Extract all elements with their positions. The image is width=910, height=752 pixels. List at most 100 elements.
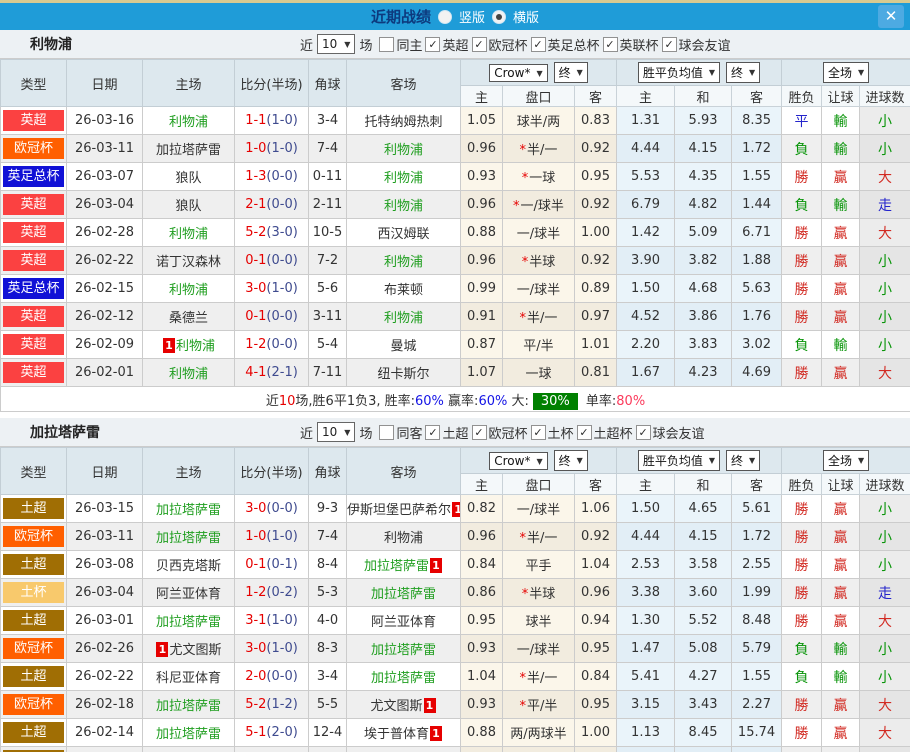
league-checkbox[interactable]: ✓ bbox=[425, 37, 440, 52]
same-venue-checkbox[interactable] bbox=[379, 425, 394, 440]
radio-horizontal-layout[interactable] bbox=[492, 10, 506, 24]
col-score: 比分(半场) bbox=[235, 448, 309, 495]
chevron-down-icon: ▼ bbox=[577, 456, 583, 465]
result-handicap: 贏 bbox=[822, 719, 860, 747]
league-checkbox-label: 英联杯 bbox=[620, 35, 659, 54]
odds-home: 0.84 bbox=[461, 551, 503, 579]
away-team: 利物浦 bbox=[347, 523, 461, 551]
col-date: 日期 bbox=[67, 448, 143, 495]
bookmaker-select[interactable]: Crow*▼ bbox=[489, 64, 547, 82]
col-avg-home: 主 bbox=[617, 86, 675, 107]
final-avg-select[interactable]: 终▼ bbox=[726, 450, 760, 471]
result-goals: 走 bbox=[860, 747, 910, 752]
odds-group-header: Crow*▼ 终▼ bbox=[461, 60, 617, 86]
corners: 7-2 bbox=[309, 247, 347, 275]
bookmaker-select[interactable]: Crow*▼ bbox=[489, 452, 547, 470]
chevron-down-icon: ▼ bbox=[709, 456, 715, 465]
avg-select[interactable]: 胜平负均值▼ bbox=[638, 62, 720, 83]
final-odds-select[interactable]: 终▼ bbox=[554, 62, 588, 83]
result-outcome: 勝 bbox=[782, 359, 822, 387]
league-checkbox[interactable]: ✓ bbox=[531, 37, 546, 52]
league-checkbox[interactable]: ✓ bbox=[577, 425, 592, 440]
match-date: 26-02-26 bbox=[67, 635, 143, 663]
result-handicap: 輸 bbox=[822, 107, 860, 135]
handicap: *平/半 bbox=[503, 691, 575, 719]
league-cell: 英超 bbox=[1, 359, 67, 387]
odds-home: 0.88 bbox=[461, 719, 503, 747]
corners: 10-5 bbox=[309, 219, 347, 247]
match-count-select[interactable]: 10▼ bbox=[317, 422, 355, 442]
result-outcome: 負 bbox=[782, 663, 822, 691]
result-handicap: 贏 bbox=[822, 275, 860, 303]
corners: 3-11 bbox=[309, 303, 347, 331]
avg-select[interactable]: 胜平负均值▼ bbox=[638, 450, 720, 471]
result-goals: 小 bbox=[860, 495, 910, 523]
handicap: *半/一 bbox=[503, 523, 575, 551]
league-badge: 英超 bbox=[3, 110, 64, 131]
league-checkbox[interactable]: ✓ bbox=[636, 425, 651, 440]
result-outcome: 負 bbox=[782, 191, 822, 219]
handicap: 球半/两 bbox=[503, 107, 575, 135]
scope-select[interactable]: 全场▼ bbox=[823, 62, 869, 83]
home-team: 利物浦 bbox=[143, 219, 235, 247]
odds-home: 0.87 bbox=[461, 331, 503, 359]
result-handicap: 輸 bbox=[822, 663, 860, 691]
score: 5-2(3-0) bbox=[235, 219, 309, 247]
match-date: 26-02-18 bbox=[67, 691, 143, 719]
league-checkbox[interactable]: ✓ bbox=[531, 425, 546, 440]
match-date: 26-03-01 bbox=[67, 607, 143, 635]
same-venue-checkbox[interactable] bbox=[379, 37, 394, 52]
handicap: *一/球半 bbox=[503, 191, 575, 219]
league-checkbox[interactable]: ✓ bbox=[472, 37, 487, 52]
away-team: 加拉塔萨雷 bbox=[347, 579, 461, 607]
chevron-down-icon: ▼ bbox=[749, 68, 755, 77]
avg-away: 8.35 bbox=[732, 107, 782, 135]
away-team: 托特纳姆热刺 bbox=[347, 107, 461, 135]
match-date: 26-03-11 bbox=[67, 523, 143, 551]
radio-vertical-layout[interactable] bbox=[438, 10, 452, 24]
close-button[interactable]: ✕ bbox=[878, 5, 904, 28]
col-type: 类型 bbox=[1, 448, 67, 495]
match-date: 26-02-22 bbox=[67, 247, 143, 275]
odds-away: 1.00 bbox=[575, 719, 617, 747]
avg-home: 1.30 bbox=[617, 607, 675, 635]
avg-draw: 4.65 bbox=[675, 495, 732, 523]
result-handicap: 輸 bbox=[822, 331, 860, 359]
avg-away: 6.71 bbox=[732, 219, 782, 247]
col-away: 客场 bbox=[347, 60, 461, 107]
table-row: 土杯26-03-04阿兰亚体育1-2(0-2)5-3加拉塔萨雷0.86*半球0.… bbox=[1, 579, 910, 607]
score: 3-0(1-0) bbox=[235, 635, 309, 663]
result-outcome: 勝 bbox=[782, 551, 822, 579]
league-cell: 英超 bbox=[1, 303, 67, 331]
match-count-select[interactable]: 10▼ bbox=[317, 34, 355, 54]
final-odds-select[interactable]: 终▼ bbox=[554, 450, 588, 471]
league-checkbox[interactable]: ✓ bbox=[603, 37, 618, 52]
table-row: 英足总杯26-03-07狼队1-3(0-0)0-11利物浦0.93*一球0.95… bbox=[1, 163, 910, 191]
result-handicap: 贏 bbox=[822, 579, 860, 607]
team-section: 利物浦 近 10▼ 场 同主 ✓英超✓欧冠杯✓英足总杯✓英联杯✓球会友谊 类型 … bbox=[0, 30, 910, 412]
avg-away: 1.72 bbox=[732, 523, 782, 551]
col-corners: 角球 bbox=[309, 60, 347, 107]
table-row: 英超26-03-04狼队2-1(0-0)2-11利物浦0.96*一/球半0.92… bbox=[1, 191, 910, 219]
avg-home: 4.44 bbox=[617, 135, 675, 163]
chevron-down-icon: ▼ bbox=[536, 69, 542, 78]
league-badge: 欧冠杯 bbox=[3, 694, 64, 715]
filter-bar: 加拉塔萨雷 近 10▼ 场 同客 ✓土超✓欧冠杯✓土杯✓土超杯✓球会友谊 bbox=[0, 418, 910, 447]
league-checkbox-label: 土超 bbox=[442, 423, 468, 442]
col-odds-away: 客 bbox=[575, 86, 617, 107]
result-goals: 小 bbox=[860, 275, 910, 303]
avg-draw: 3.58 bbox=[675, 551, 732, 579]
corners: 5-3 bbox=[309, 579, 347, 607]
final-avg-select[interactable]: 终▼ bbox=[726, 62, 760, 83]
home-team: 1尤文图斯 bbox=[143, 635, 235, 663]
avg-home: 2.53 bbox=[617, 551, 675, 579]
league-checkbox[interactable]: ✓ bbox=[425, 425, 440, 440]
col-home: 主场 bbox=[143, 448, 235, 495]
near-label: 近 bbox=[300, 35, 313, 54]
corners: 3-4 bbox=[309, 663, 347, 691]
odds-away: 0.95 bbox=[575, 163, 617, 191]
handicap: *半/一 bbox=[503, 663, 575, 691]
league-checkbox[interactable]: ✓ bbox=[472, 425, 487, 440]
scope-select[interactable]: 全场▼ bbox=[823, 450, 869, 471]
league-checkbox[interactable]: ✓ bbox=[662, 37, 677, 52]
